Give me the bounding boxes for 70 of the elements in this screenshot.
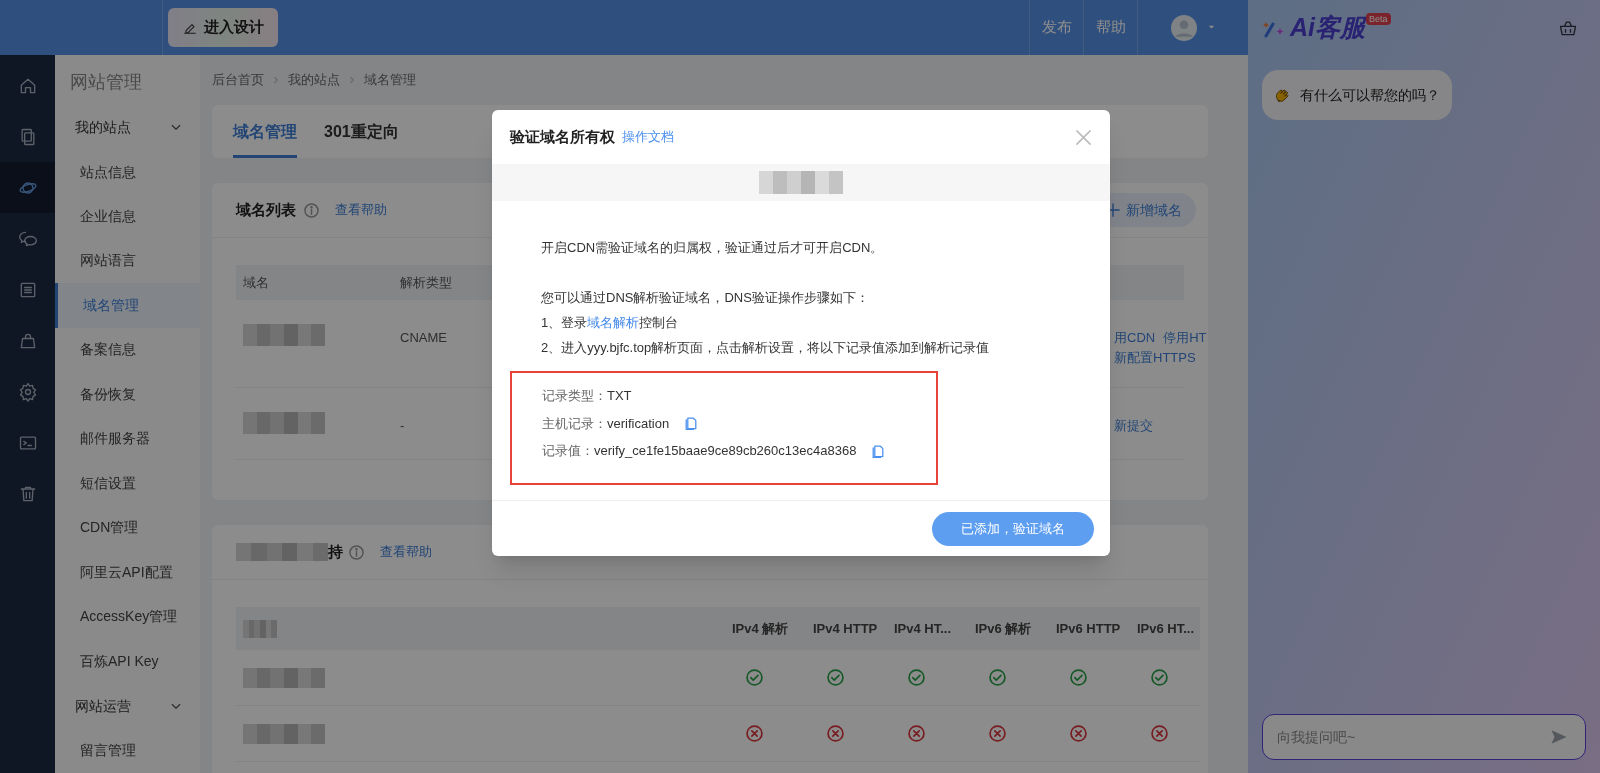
menu-item[interactable]: 站点信息	[55, 149, 200, 195]
close-icon[interactable]	[1075, 128, 1092, 146]
menu-group[interactable]: 网站运营	[55, 683, 200, 729]
menu-item[interactable]: 企业信息	[55, 194, 200, 239]
record-value: verification	[607, 414, 670, 433]
sidebar-title: 网站管理	[69, 70, 143, 94]
info-icon[interactable]	[349, 544, 364, 560]
send-icon[interactable]	[1550, 728, 1568, 746]
action-link[interactable]: 用CDN	[1114, 328, 1156, 348]
tab[interactable]: 域名管理	[233, 105, 297, 158]
steps-intro: 您可以通过DNS解析验证域名，DNS验证操作步骤如下：	[541, 289, 870, 307]
action-link[interactable]: 新配置HTTPS	[1114, 348, 1196, 368]
table-cell-text: CNAME	[400, 329, 448, 347]
menu-item[interactable]: AccessKey管理	[55, 594, 200, 640]
blurred-text	[243, 619, 277, 638]
docs-link[interactable]: 操作文档	[622, 127, 674, 147]
info-icon[interactable]	[304, 202, 319, 218]
chevron-icon	[272, 76, 280, 84]
record-label: 记录类型：	[542, 387, 607, 405]
menu-item[interactable]: 留言管理	[55, 728, 200, 773]
breadcrumb-link[interactable]: 后台首页	[212, 70, 264, 90]
confirm-button[interactable]: 已添加，验证域名	[932, 511, 1094, 546]
step-text: 2、进入yyy.bjfc.top解析页面，点击解析设置，将以下记录值添加到解析记录值	[541, 339, 991, 357]
record-label: 主机记录：	[542, 414, 607, 433]
tab[interactable]: 301重定向	[324, 105, 399, 158]
column-header: 域名	[242, 273, 270, 292]
breadcrumb-link[interactable]: 域名管理	[364, 70, 416, 90]
column-header: IPv4 HTTP	[813, 619, 879, 638]
dialog-title: 验证域名所有权	[510, 126, 615, 147]
chevron-icon	[348, 76, 356, 84]
column-header: 解析类型	[400, 273, 453, 292]
card-title: 持	[328, 541, 343, 562]
design-button[interactable]: 进入设计	[168, 8, 278, 47]
rail-item[interactable]	[0, 162, 55, 213]
beta-badge: Beta	[1366, 12, 1391, 25]
group-label: 我的站点	[75, 117, 131, 137]
menu-item[interactable]: CDN管理	[55, 505, 200, 551]
gear-icon	[17, 381, 38, 402]
greeting-text: 有什么可以帮您的吗？	[1300, 85, 1440, 105]
avatar[interactable]	[1170, 14, 1197, 41]
record-value: verify_ce1fe15baae9ce89cb260c13ec4a8368	[594, 442, 857, 460]
menu-item[interactable]: 备案信息	[55, 327, 200, 373]
group-label: 网站运营	[75, 696, 131, 716]
chat-logo: Ai客服	[1290, 11, 1365, 43]
breadcrumb-link[interactable]: 我的站点	[288, 70, 340, 90]
record-value: TXT	[607, 387, 632, 405]
menu-item[interactable]: 邮件服务器	[55, 416, 200, 462]
column-header: IPv4 解析	[732, 619, 790, 638]
column-header: IPv6 HTTP	[1056, 619, 1122, 638]
column-header: IPv6 解析	[975, 619, 1033, 638]
action-link[interactable]: 新提交	[1114, 416, 1153, 436]
action-link[interactable]: 停用HT	[1163, 328, 1207, 348]
menu-group[interactable]: 我的站点	[55, 104, 200, 150]
help-link[interactable]: 查看帮助	[380, 542, 432, 562]
card-title: 域名列表	[236, 199, 296, 220]
menu-item[interactable]: 备份恢复	[55, 372, 200, 417]
help-link[interactable]: 查看帮助	[335, 200, 387, 220]
chat-input[interactable]: 向我提问吧~	[1262, 714, 1586, 760]
console-link[interactable]: 域名解析	[587, 315, 640, 330]
menu-item[interactable]: 网站语言	[55, 238, 200, 284]
table-cell-text: -	[400, 417, 406, 435]
step-text: 1、登录域名解析控制台	[541, 314, 679, 332]
column-header: IPv4 HT...	[894, 619, 953, 638]
menu-item[interactable]: 域名管理	[55, 283, 200, 328]
menu-item[interactable]: 短信设置	[55, 461, 200, 506]
intro-text: 开启CDN需验证域名的归属权，验证通过后才可开启CDN。	[541, 239, 885, 257]
menu-item[interactable]: 阿里云API配置	[55, 550, 200, 595]
menu-item[interactable]: 百炼API Key	[55, 639, 200, 684]
column-header: IPv6 HT...	[1137, 619, 1196, 638]
record-label: 记录值：	[542, 442, 594, 460]
